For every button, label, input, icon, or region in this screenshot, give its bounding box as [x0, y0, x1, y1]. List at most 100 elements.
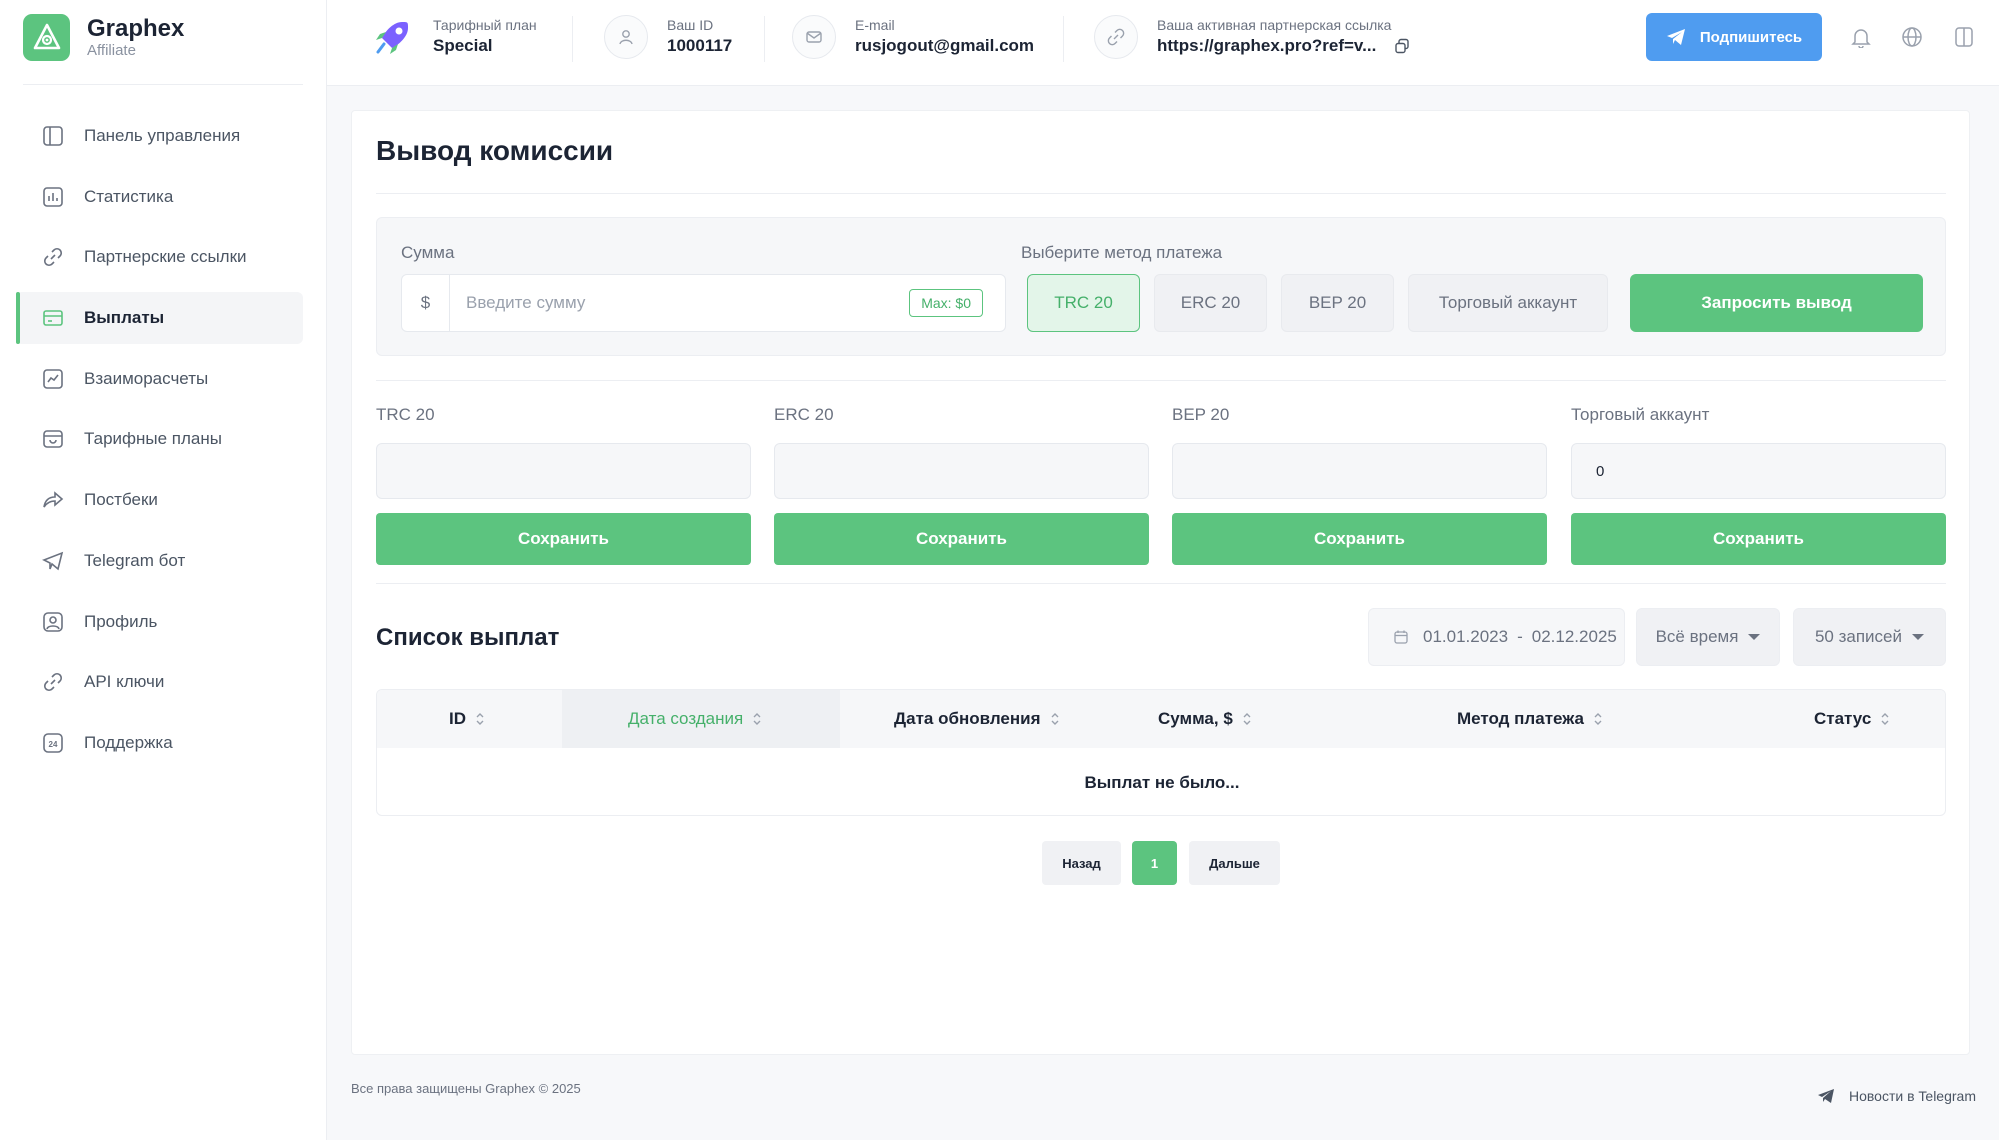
- api-link-icon: [41, 670, 65, 694]
- method-erc20-button[interactable]: ERC 20: [1154, 274, 1267, 332]
- divider: [376, 380, 1946, 381]
- max-amount-badge[interactable]: Max: $0: [909, 289, 983, 317]
- share-icon: [41, 488, 65, 512]
- method-trc20-button[interactable]: TRC 20: [1027, 274, 1140, 332]
- sort-icon: [752, 712, 762, 726]
- topbar-divider: [572, 16, 573, 62]
- date-from: 01.01.2023: [1423, 627, 1509, 646]
- method-label: Выберите метод платежа: [1021, 243, 1223, 262]
- page-size-dropdown[interactable]: 50 записей: [1793, 608, 1946, 666]
- sidebar-item-telegram-bot[interactable]: Telegram бот: [16, 535, 303, 587]
- topbar-divider: [1063, 16, 1064, 62]
- user-id-label: Ваш ID: [667, 17, 714, 33]
- request-withdrawal-button[interactable]: Запросить вывод: [1630, 274, 1923, 332]
- wallet-bep20: BEP 20 Сохранить: [1172, 405, 1547, 565]
- column-amount[interactable]: Сумма, $: [1158, 690, 1252, 748]
- sidebar-item-statistics[interactable]: Статистика: [16, 171, 303, 223]
- column-payment-method[interactable]: Метод платежа: [1457, 690, 1603, 748]
- date-range-picker[interactable]: 01.01.2023 - 02.12.2025: [1368, 608, 1625, 666]
- sort-icon: [1242, 712, 1252, 726]
- withdraw-card: Вывод комиссии Сумма Выберите метод плат…: [351, 110, 1970, 1055]
- brand[interactable]: Graphex Affiliate: [23, 13, 184, 61]
- sidebar-item-label: Профиль: [84, 611, 158, 631]
- period-value: Всё время: [1655, 627, 1739, 646]
- wallet-bep20-input[interactable]: [1172, 443, 1547, 499]
- globe-icon[interactable]: [1900, 25, 1924, 49]
- sidebar-item-label: Взаиморасчеты: [84, 368, 209, 388]
- sidebar-item-support[interactable]: 24 Поддержка: [16, 717, 303, 769]
- method-trading-account-button[interactable]: Торговый аккаунт: [1408, 274, 1608, 332]
- date-to: 02.12.2025: [1531, 627, 1617, 646]
- support-24-icon: 24: [41, 731, 65, 755]
- brand-divider: [23, 84, 303, 85]
- pagination-next-button[interactable]: Дальше: [1189, 841, 1280, 885]
- pagination-page-1[interactable]: 1: [1132, 841, 1177, 885]
- copy-icon[interactable]: [1394, 38, 1410, 54]
- subscribe-button[interactable]: Подпишитесь: [1646, 13, 1822, 61]
- method-bep20-button[interactable]: BEP 20: [1281, 274, 1394, 332]
- email-info: E-mail rusjogout@gmail.com: [792, 14, 1034, 60]
- sort-icon: [1050, 712, 1060, 726]
- column-updated-date[interactable]: Дата обновления: [894, 690, 1060, 748]
- wallet-label: ERC 20: [774, 405, 834, 424]
- bell-icon[interactable]: [1849, 25, 1873, 49]
- sidebar-item-label: Постбеки: [84, 490, 158, 510]
- withdraw-form: Сумма Выберите метод платежа $ Max: $0 T…: [376, 217, 1946, 356]
- sidebar-nav: Панель управления Статистика Партнерские…: [16, 110, 303, 778]
- user-id-value: 1000117: [667, 36, 733, 55]
- wallet-trc20-input[interactable]: [376, 443, 751, 499]
- date-separator: -: [1517, 627, 1523, 646]
- currency-symbol: $: [402, 275, 450, 331]
- period-dropdown[interactable]: Всё время: [1636, 608, 1780, 666]
- email-value: rusjogout@gmail.com: [855, 36, 1035, 55]
- user-icon: [604, 15, 648, 59]
- wallet-label: Торговый аккаунт: [1571, 405, 1710, 424]
- sidebar-item-dashboard[interactable]: Панель управления: [16, 110, 303, 162]
- email-label: E-mail: [855, 17, 895, 33]
- wallet-erc20-input[interactable]: [774, 443, 1149, 499]
- ref-link-info: Ваша активная партнерская ссылка https:/…: [1094, 14, 1410, 60]
- sidebar-item-label: Статистика: [84, 186, 174, 206]
- wallet-trading-account: Торговый аккаунт 0 Сохранить: [1571, 405, 1946, 565]
- wallet-trading-account-input[interactable]: 0: [1571, 443, 1946, 499]
- telegram-icon: [1818, 1089, 1834, 1103]
- link-icon: [41, 245, 65, 269]
- sidebar-item-api-keys[interactable]: API ключи: [16, 656, 303, 708]
- brand-subtitle: Affiliate: [87, 41, 136, 59]
- column-created-date[interactable]: Дата создания: [628, 690, 762, 748]
- sidebar-item-partner-links[interactable]: Партнерские ссылки: [16, 231, 303, 283]
- sidebar-item-payouts[interactable]: Выплаты: [16, 292, 303, 345]
- sidebar-item-label: Telegram бот: [84, 550, 186, 570]
- user-id-info: Ваш ID 1000117: [604, 14, 732, 60]
- sidebar-toggle-icon[interactable]: [1952, 25, 1976, 49]
- save-trc20-button[interactable]: Сохранить: [376, 513, 751, 565]
- sidebar-item-postbacks[interactable]: Постбеки: [16, 474, 303, 526]
- column-id[interactable]: ID: [449, 690, 485, 748]
- column-status[interactable]: Статус: [1814, 690, 1890, 748]
- payouts-list-title: Список выплат: [376, 624, 560, 651]
- page-size-value: 50 записей: [1814, 627, 1903, 646]
- chart-icon: [41, 185, 65, 209]
- pagination-prev-button[interactable]: Назад: [1042, 841, 1121, 885]
- amount-input[interactable]: [466, 293, 886, 313]
- sidebar-item-settlements[interactable]: Взаиморасчеты: [16, 353, 303, 405]
- subscribe-label: Подпишитесь: [1699, 28, 1803, 46]
- amount-label: Сумма: [401, 243, 455, 262]
- sidebar-item-plans[interactable]: Тарифные планы: [16, 413, 303, 465]
- payout-card-icon: [41, 306, 65, 330]
- sidebar: Graphex Affiliate Панель управления Стат…: [0, 0, 327, 1140]
- plan-info: Тарифный план Special: [372, 14, 537, 60]
- trend-icon: [41, 367, 65, 391]
- save-bep20-button[interactable]: Сохранить: [1172, 513, 1547, 565]
- footer-copyright: Все права защищены Graphex © 2025: [351, 1081, 581, 1096]
- save-trading-account-button[interactable]: Сохранить: [1571, 513, 1946, 565]
- svg-text:24: 24: [49, 740, 58, 749]
- sidebar-item-label: Панель управления: [84, 126, 241, 145]
- wallet-label: TRC 20: [376, 405, 435, 424]
- telegram-news-link[interactable]: Новости в Telegram: [1817, 1088, 1976, 1104]
- sidebar-item-profile[interactable]: Профиль: [16, 596, 303, 648]
- sort-icon: [1880, 712, 1890, 726]
- save-erc20-button[interactable]: Сохранить: [774, 513, 1149, 565]
- ref-link-value[interactable]: https://graphex.pro?ref=v...: [1157, 34, 1376, 58]
- telegram-icon: [1666, 29, 1685, 45]
